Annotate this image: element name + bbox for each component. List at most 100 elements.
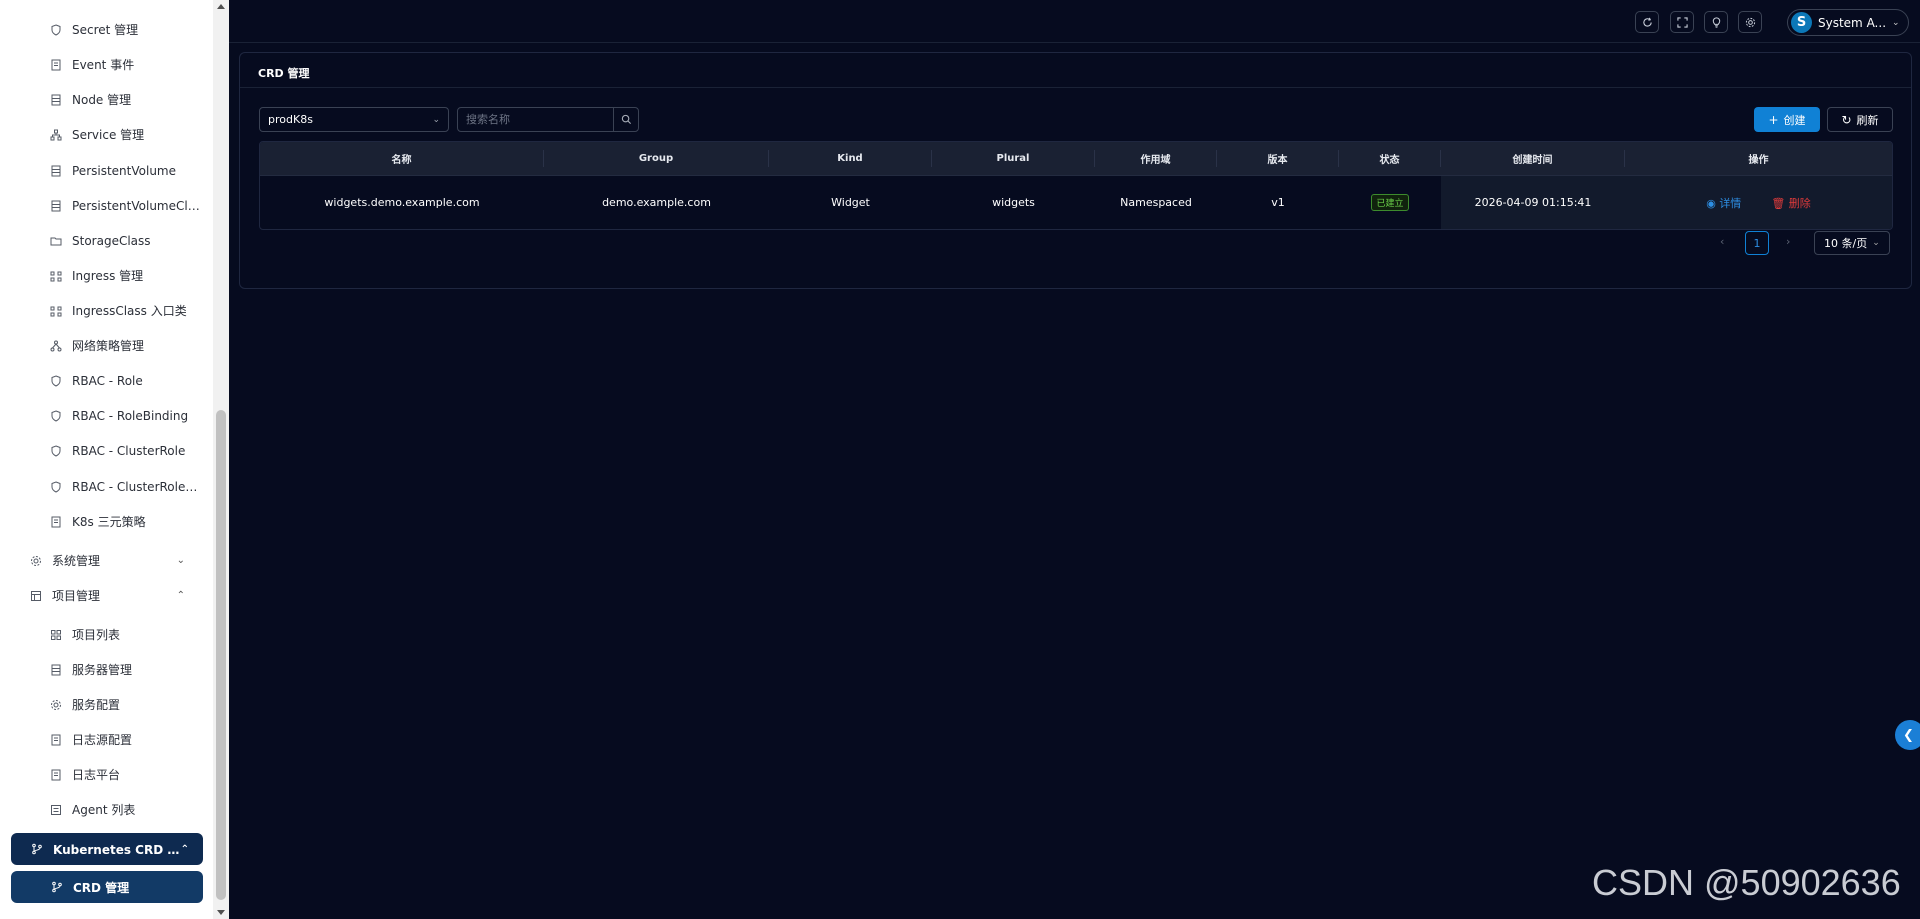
column-header[interactable]: Plural: [932, 150, 1095, 167]
search-icon: [621, 114, 631, 125]
sidebar-scrollbar[interactable]: [213, 0, 229, 919]
sidebar-item-agent-list[interactable]: Agent 列表: [0, 792, 213, 827]
delete-label: 删除: [1788, 196, 1811, 210]
pagination-next[interactable]: ›: [1786, 235, 1790, 248]
sidebar-item-storageclass[interactable]: StorageClass: [0, 223, 213, 258]
sidebar-group-kubernetes-crd[interactable]: Kubernetes CRD 管理 ⌃: [11, 833, 203, 865]
cell-name: widgets.demo.example.com: [324, 196, 480, 209]
sidebar-item-persistentvolume[interactable]: PersistentVolume: [0, 153, 213, 188]
sidebar-item-ingressclass[interactable]: IngressClass 入口类: [0, 293, 213, 328]
doc-icon: [48, 732, 64, 748]
sidebar-item-label: 日志源配置: [72, 733, 133, 747]
sidebar-item-event[interactable]: Event 事件: [0, 47, 213, 82]
reload-button[interactable]: [1635, 11, 1659, 33]
sidebar-item-persistentvolumeclaim[interactable]: PersistentVolumeClai...: [0, 188, 213, 223]
sidebar-item-label: Secret 管理: [72, 23, 139, 37]
sidebar-item-label: StorageClass: [72, 233, 151, 248]
cluster-select[interactable]: prodK8s ⌄: [259, 107, 449, 132]
sidebar-item-label: Node 管理: [72, 93, 132, 107]
chevron-up-icon: ⌃: [176, 590, 185, 601]
sidebar-item-label: K8s 三元策略: [72, 515, 146, 529]
plus-icon: +: [1768, 112, 1779, 127]
cell-actions: ◉ 详情 🗑 删除: [1625, 176, 1892, 229]
sidebar-item-label: IngressClass 入口类: [72, 304, 187, 318]
sidebar-group-label: 系统管理: [52, 554, 101, 568]
sidebar-item-k8s-policy[interactable]: K8s 三元策略: [0, 504, 213, 539]
sidebar-item-service-config[interactable]: 服务配置: [0, 687, 213, 722]
sidebar-item-label: PersistentVolume: [72, 163, 176, 178]
lightbulb-icon: [1712, 16, 1720, 28]
tree-icon: [48, 338, 64, 354]
shield-icon: [48, 479, 64, 495]
column-header[interactable]: 版本: [1217, 150, 1339, 167]
refresh-button-label: 刷新: [1856, 113, 1879, 127]
column-header[interactable]: 创建时间: [1441, 150, 1625, 167]
column-header[interactable]: Kind: [769, 150, 932, 167]
create-button[interactable]: + 创建: [1754, 107, 1820, 132]
doc-icon: [48, 57, 64, 73]
sidebar-item-rbac-clusterrole[interactable]: RBAC - ClusterRole: [0, 433, 213, 468]
collapse-panel-button[interactable]: ❮: [1895, 720, 1920, 750]
column-header[interactable]: 作用域: [1095, 150, 1217, 167]
column-header[interactable]: 名称: [260, 150, 544, 167]
search-button[interactable]: [613, 108, 638, 131]
shield-icon: [48, 22, 64, 38]
cell-group: demo.example.com: [602, 196, 711, 209]
refresh-button[interactable]: ↻ 刷新: [1827, 107, 1893, 132]
theme-button[interactable]: [1704, 11, 1728, 33]
list-icon: [48, 802, 64, 818]
sidebar-item-log-source[interactable]: 日志源配置: [0, 722, 213, 757]
cell-kind: Widget: [831, 196, 870, 209]
sidebar-item-rbac-clusterrolebinding[interactable]: RBAC - ClusterRoleBi...: [0, 469, 213, 504]
sidebar-item-log-platform[interactable]: 日志平台: [0, 757, 213, 792]
search-box: [457, 107, 639, 132]
page-size-select[interactable]: 10 条/页 ⌄: [1814, 231, 1890, 255]
settings-button[interactable]: [1738, 11, 1762, 33]
fullscreen-icon: [1676, 16, 1688, 28]
gear-icon: [48, 697, 64, 713]
user-menu[interactable]: S System A... ⌄: [1787, 9, 1909, 36]
sidebar-item-server-management[interactable]: 服务器管理: [0, 652, 213, 687]
shield-icon: [48, 373, 64, 389]
sidebar-item-project-list[interactable]: 项目列表: [0, 617, 213, 652]
detail-label: 详情: [1719, 196, 1742, 210]
sidebar-item-label: Event 事件: [72, 58, 135, 72]
pagination-prev[interactable]: ‹: [1720, 235, 1724, 248]
cell-created: 2026-04-09 01:15:41: [1441, 176, 1625, 229]
scroll-down-arrow-icon[interactable]: [217, 910, 225, 915]
sidebar-group-system[interactable]: 系统管理 ⌄: [0, 543, 213, 578]
detail-link[interactable]: ◉ 详情: [1706, 195, 1741, 211]
pagination-page[interactable]: 1: [1745, 231, 1769, 255]
gear-icon: [1745, 17, 1755, 27]
watermark: CSDN @50902636: [1592, 862, 1901, 903]
create-button-label: 创建: [1783, 113, 1806, 127]
sidebar-item-label: 网络策略管理: [72, 339, 145, 353]
search-input[interactable]: [458, 108, 613, 131]
scroll-up-arrow-icon[interactable]: [217, 4, 225, 9]
sidebar-group-project[interactable]: 项目管理 ⌃: [0, 578, 213, 613]
sidebar-item-crd-management[interactable]: CRD 管理: [11, 871, 203, 903]
server-icon: [48, 662, 64, 678]
chevron-down-icon: ⌄: [432, 114, 440, 125]
sidebar-item-rbac-role[interactable]: RBAC - Role: [0, 363, 213, 398]
sidebar-item-label: CRD 管理: [73, 880, 130, 895]
shield-icon: [48, 408, 64, 424]
sidebar-group-label: Kubernetes CRD 管理: [53, 842, 183, 857]
sidebar-item-network-policy[interactable]: 网络策略管理: [0, 328, 213, 363]
table-row: widgets.demo.example.com demo.example.co…: [260, 175, 1892, 229]
delete-link[interactable]: 🗑 删除: [1771, 195, 1810, 211]
fullscreen-button[interactable]: [1670, 11, 1694, 33]
sidebar-item-secret[interactable]: Secret 管理: [0, 12, 213, 47]
top-bar: S System A... ⌄: [229, 0, 1920, 43]
sidebar-item-rbac-rolebinding[interactable]: RBAC - RoleBinding: [0, 398, 213, 433]
sidebar-item-label: 服务器管理: [72, 663, 133, 677]
sidebar-item-service[interactable]: Service 管理: [0, 117, 213, 152]
column-header[interactable]: Group: [544, 150, 769, 167]
scrollbar-thumb[interactable]: [216, 410, 226, 900]
sidebar-item-ingress[interactable]: Ingress 管理: [0, 258, 213, 293]
sidebar-item-node[interactable]: Node 管理: [0, 82, 213, 117]
sidebar-item-label: Ingress 管理: [72, 269, 144, 283]
column-header[interactable]: 状态: [1339, 150, 1441, 167]
page-size-value: 10 条/页: [1824, 237, 1868, 250]
route-icon: [48, 303, 64, 319]
